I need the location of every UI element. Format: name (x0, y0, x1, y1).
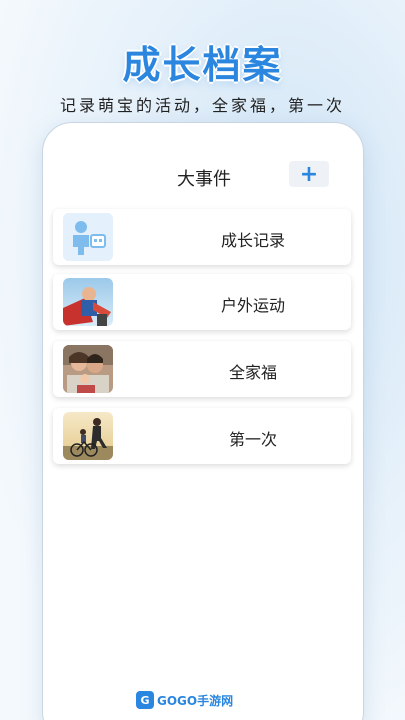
promo-headline: 成长档案 (122, 43, 283, 87)
add-button[interactable]: + (289, 161, 329, 187)
card-label: 全家福 (228, 363, 277, 382)
watermark-logo: G GOGO手游网 (136, 690, 233, 710)
promo-subline: 记录萌宝的活动，全家福，第一次 (59, 96, 345, 115)
card-family-photo[interactable]: 全家福 (53, 341, 351, 397)
logo-mark: G (136, 691, 154, 709)
first-time-photo (63, 412, 113, 460)
logo-text: GOGO手游网 (157, 693, 234, 708)
baby-icon (63, 213, 113, 261)
screen-header: 大事件 + (43, 123, 365, 219)
outdoor-photo (63, 278, 113, 326)
card-label: 第一次 (228, 430, 277, 449)
phone-frame: 大事件 + 成长记录 户外运动 全家福 第一次 (42, 122, 364, 720)
card-outdoor[interactable]: 户外运动 (53, 274, 351, 330)
family-photo (63, 345, 113, 393)
card-growth-record[interactable]: 成长记录 (53, 209, 351, 265)
card-first-time[interactable]: 第一次 (53, 408, 351, 464)
card-label: 成长记录 (220, 231, 285, 250)
card-label: 户外运动 (220, 296, 285, 315)
